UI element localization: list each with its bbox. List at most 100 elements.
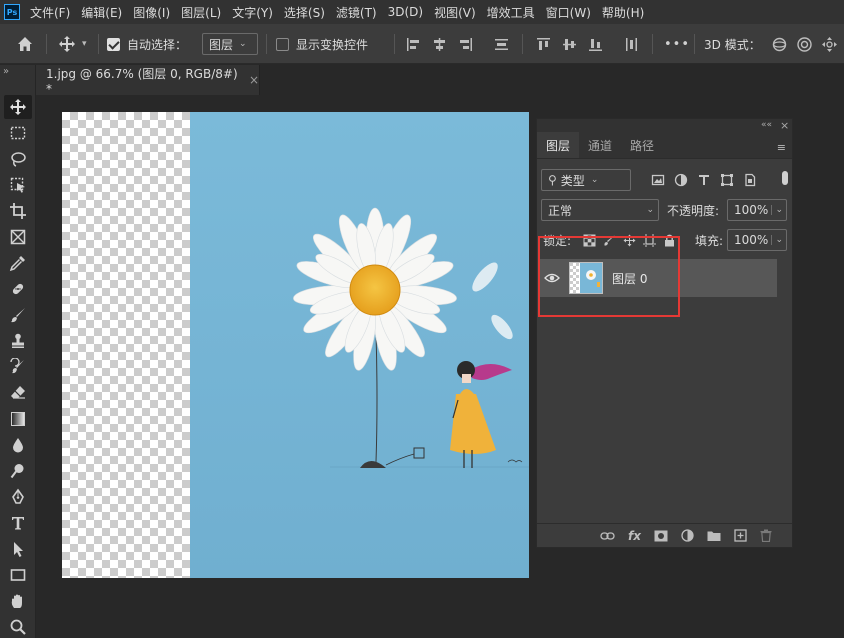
- filter-type-icon[interactable]: [697, 173, 711, 187]
- frame-tool-icon[interactable]: [4, 225, 32, 249]
- delete-layer-trash-icon[interactable]: [760, 529, 772, 542]
- filter-pixel-icon[interactable]: [651, 173, 665, 187]
- filter-shape-icon[interactable]: [720, 173, 734, 187]
- close-panel-icon[interactable]: ×: [780, 119, 789, 132]
- eyedropper-tool-icon[interactable]: [4, 251, 32, 275]
- menu-help[interactable]: 帮助(H): [602, 4, 644, 21]
- path-selection-tool-icon[interactable]: [4, 537, 32, 561]
- opacity-value: 100%: [734, 203, 769, 217]
- zoom-tool-icon[interactable]: [4, 615, 32, 638]
- menu-filter[interactable]: 滤镜(T): [336, 4, 377, 21]
- rectangle-tool-icon[interactable]: [4, 563, 32, 587]
- history-brush-tool-icon[interactable]: [4, 355, 32, 379]
- document-canvas[interactable]: [62, 112, 529, 578]
- dodge-tool-icon[interactable]: [4, 459, 32, 483]
- document-tab[interactable]: 1.jpg @ 66.7% (图层 0, RGB/8#) * ×: [36, 65, 260, 96]
- align-group: [406, 24, 473, 64]
- auto-select-target-dropdown[interactable]: 图层 ⌄: [202, 33, 258, 55]
- fill-value: 100%: [734, 233, 769, 247]
- roll-3d-icon[interactable]: [796, 36, 813, 53]
- chevron-down-icon[interactable]: ⌄: [771, 205, 786, 215]
- auto-select-target-value: 图层: [209, 37, 234, 52]
- chevron-down-icon: ⌄: [239, 39, 247, 49]
- menu-edit[interactable]: 编辑(E): [81, 4, 122, 21]
- add-mask-icon[interactable]: [654, 530, 668, 542]
- adjustment-layer-icon[interactable]: [681, 529, 694, 542]
- highlight-annotation-box: [538, 236, 680, 317]
- lasso-tool-icon[interactable]: [4, 147, 32, 171]
- blend-mode-value: 正常: [548, 203, 573, 218]
- tab-paths[interactable]: 路径: [621, 132, 663, 158]
- align-right-icon[interactable]: [458, 37, 473, 52]
- layer-style-fx-icon[interactable]: fx: [628, 529, 641, 543]
- menu-type[interactable]: 文字(Y): [232, 4, 273, 21]
- link-layers-icon[interactable]: [600, 531, 615, 541]
- fill-label: 填充:: [695, 233, 724, 248]
- clone-stamp-tool-icon[interactable]: [4, 329, 32, 353]
- type-tool-icon[interactable]: [4, 511, 32, 535]
- fill-field[interactable]: 100% ⌄: [727, 229, 787, 251]
- gradient-tool-icon[interactable]: [4, 407, 32, 431]
- filter-adjustment-icon[interactable]: [674, 173, 688, 187]
- layers-panel: «« × 图层 通道 路径 ≡ ⚲ 类型 ⌄ 正常 ⌄ 不透明度: 100% ⌄…: [536, 118, 793, 548]
- more-options-button[interactable]: •••: [664, 24, 690, 64]
- tab-channels[interactable]: 通道: [579, 132, 621, 158]
- align-top-icon[interactable]: [536, 37, 551, 52]
- align-vcenter-icon[interactable]: [562, 37, 577, 52]
- menu-layer[interactable]: 图层(L): [181, 4, 221, 21]
- auto-select-checkbox[interactable]: [107, 37, 120, 51]
- tab-layers[interactable]: 图层: [537, 132, 580, 158]
- filter-smart-object-icon[interactable]: [743, 173, 757, 187]
- new-group-folder-icon[interactable]: [707, 530, 721, 542]
- close-icon[interactable]: ×: [249, 73, 259, 87]
- pan-3d-icon[interactable]: [821, 36, 838, 53]
- object-select-tool-icon[interactable]: [4, 173, 32, 197]
- mode-3d-group: [771, 24, 838, 64]
- filter-kind-dropdown[interactable]: ⚲ 类型 ⌄: [541, 169, 631, 191]
- distribute-icon[interactable]: [494, 24, 509, 64]
- distribute-vertical-icon[interactable]: [624, 24, 639, 64]
- crop-tool-icon[interactable]: [4, 199, 32, 223]
- align-bottom-icon[interactable]: [588, 37, 603, 52]
- pen-tool-icon[interactable]: [4, 485, 32, 509]
- menu-image[interactable]: 图像(I): [133, 4, 170, 21]
- blur-tool-icon[interactable]: [4, 433, 32, 457]
- healing-brush-tool-icon[interactable]: [4, 277, 32, 301]
- menu-select[interactable]: 选择(S): [284, 4, 325, 21]
- marquee-tool-icon[interactable]: [4, 121, 32, 145]
- document-tab-title: 1.jpg @ 66.7% (图层 0, RGB/8#) *: [46, 66, 238, 96]
- home-icon[interactable]: [16, 24, 34, 64]
- align-vertical-group: [536, 24, 603, 64]
- hand-tool-icon[interactable]: [4, 589, 32, 613]
- canvas-image: [190, 112, 529, 578]
- chevron-down-icon[interactable]: ⌄: [771, 235, 786, 245]
- menu-3d[interactable]: 3D(D): [388, 5, 423, 19]
- show-transform-label: 显示变换控件: [296, 37, 369, 52]
- eraser-tool-icon[interactable]: [4, 381, 32, 405]
- menu-file[interactable]: 文件(F): [30, 4, 70, 21]
- menu-window[interactable]: 窗口(W): [546, 4, 591, 21]
- blend-mode-dropdown[interactable]: 正常 ⌄: [541, 199, 659, 221]
- opacity-field[interactable]: 100% ⌄: [727, 199, 787, 221]
- brush-tool-icon[interactable]: [4, 303, 32, 327]
- options-bar: ▾ 自动选择： 图层 ⌄ 显示变换控件 ••• 3D 模式：: [0, 24, 844, 64]
- collapse-panel-icon[interactable]: ««: [761, 120, 772, 130]
- align-left-icon[interactable]: [406, 37, 421, 52]
- new-layer-icon[interactable]: [734, 529, 747, 542]
- panel-titlebar: «« ×: [537, 119, 792, 133]
- panel-tabs: 图层 通道 路径 ≡: [537, 132, 792, 159]
- filter-kind-value: 类型: [560, 173, 585, 188]
- panel-menu-icon[interactable]: ≡: [777, 141, 786, 154]
- menu-view[interactable]: 视图(V): [434, 4, 476, 21]
- menu-plugins[interactable]: 增效工具: [487, 4, 535, 21]
- expand-toolbar-icon[interactable]: »: [3, 66, 9, 77]
- filter-toggle[interactable]: [782, 171, 788, 185]
- move-tool-icon[interactable]: [4, 95, 32, 119]
- align-hcenter-icon[interactable]: [432, 37, 447, 52]
- tools-panel: »: [0, 65, 36, 638]
- mode-3d-label: 3D 模式：: [704, 37, 761, 52]
- orbit-3d-icon[interactable]: [771, 36, 788, 53]
- show-transform-checkbox[interactable]: [276, 37, 289, 51]
- move-tool-preset-icon[interactable]: ▾: [58, 24, 87, 64]
- document-tab-bar: 1.jpg @ 66.7% (图层 0, RGB/8#) * ×: [36, 65, 844, 96]
